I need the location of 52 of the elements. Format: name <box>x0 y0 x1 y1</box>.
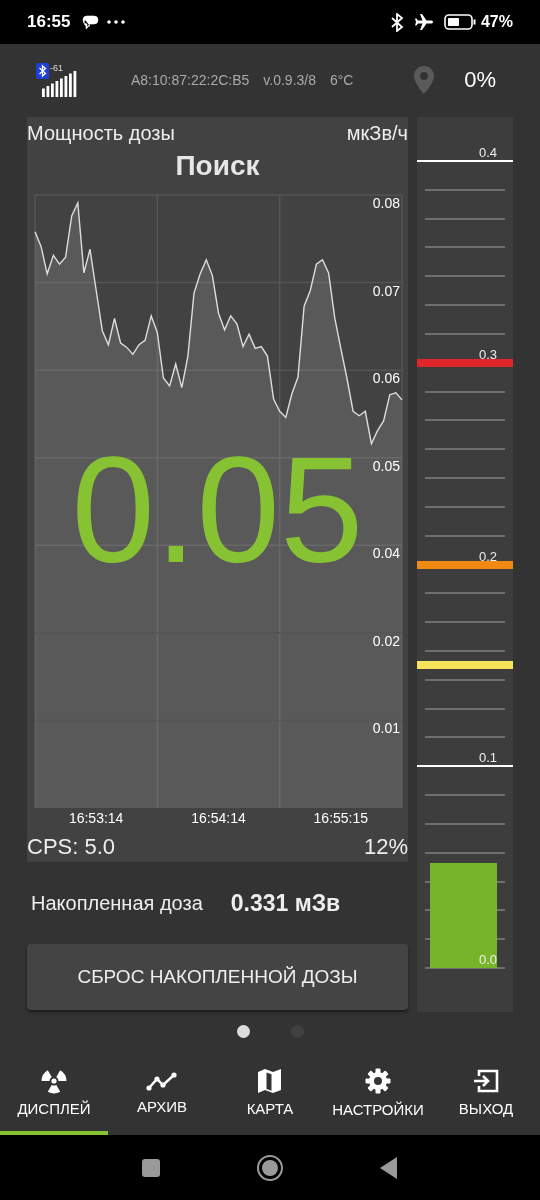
charge-percent: 0% <box>464 66 496 93</box>
axis-tick-label: 0.01 <box>372 720 400 737</box>
chat-icon <box>82 14 100 30</box>
unit-label: мкЗв/ч <box>346 122 408 145</box>
cps-reading: CPS: 5.0 <box>27 834 116 860</box>
gauge-scale-label: 0.2 <box>478 548 497 565</box>
clock-time: 16:55 <box>27 12 71 32</box>
location-pin-icon <box>412 64 437 95</box>
accumulated-dose-label: Накопленная доза <box>31 891 203 915</box>
battery-percent: 47% <box>480 13 513 31</box>
bluetooth-icon <box>389 12 404 32</box>
radiation-icon <box>41 1068 67 1094</box>
firmware-version: v.0.9.3/8 <box>263 71 316 88</box>
gauge-scale-label: 0.0 <box>478 952 497 968</box>
more-icon <box>107 20 126 24</box>
settings-icon <box>364 1067 392 1095</box>
page-indicator-dot[interactable] <box>236 1024 250 1038</box>
nav-tab[interactable]: АРХИВ <box>108 1050 216 1135</box>
axis-tick-label: 16:54:14 <box>191 810 246 826</box>
airplane-icon <box>413 13 434 31</box>
axis-tick-label: 0.07 <box>372 282 400 299</box>
reset-dose-button[interactable]: СБРОС НАКОПЛЕННОЙ ДОЗЫ <box>27 944 408 1010</box>
axis-tick-label: 0.06 <box>372 370 400 387</box>
exit-icon <box>473 1068 499 1094</box>
nav-tab[interactable]: КАРТА <box>216 1050 324 1135</box>
gauge-scale-label: 0.4 <box>478 145 497 161</box>
axis-tick-label: 0.02 <box>372 632 400 649</box>
bluetooth-icon <box>36 62 49 79</box>
device-address: A8:10:87:22:2C:B5 <box>131 71 250 88</box>
gauge-scale-label: 0.1 <box>478 750 497 767</box>
panel-title: Мощность дозы <box>27 122 175 145</box>
axis-tick-label: 0.08 <box>372 195 400 211</box>
home-icon[interactable] <box>256 1153 284 1182</box>
signal-bars-icon <box>42 70 78 97</box>
percent-reading: 12% <box>363 834 408 860</box>
nav-tab[interactable]: ВЫХОД <box>432 1050 540 1135</box>
axis-tick-label: 16:55:15 <box>313 810 369 826</box>
temperature: 6°C <box>330 71 354 88</box>
gauge-scale-label: 0.3 <box>478 346 497 363</box>
signal-strength: -61 <box>50 62 63 73</box>
recents-icon[interactable] <box>141 1157 161 1178</box>
map-icon <box>257 1068 283 1094</box>
mode-label: Поиск <box>175 150 260 183</box>
battery-icon <box>443 14 476 30</box>
axis-tick-label: 0.04 <box>372 545 400 562</box>
nav-tab[interactable]: НАСТРОЙКИ <box>324 1050 432 1135</box>
accumulated-dose-value: 0.331 мЗв <box>230 889 341 917</box>
axis-tick-label: 16:53:14 <box>68 810 124 826</box>
dose-rate-value: 0.05 <box>71 435 364 585</box>
line-chart-icon <box>146 1070 178 1092</box>
axis-tick-label: 0.05 <box>372 457 400 474</box>
back-icon[interactable] <box>379 1155 399 1180</box>
